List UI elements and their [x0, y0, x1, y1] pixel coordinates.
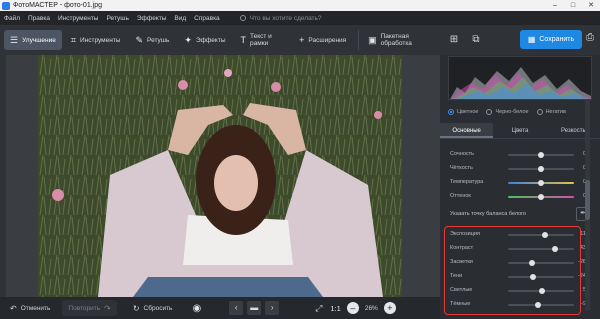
menu-tools[interactable]: Инструменты	[58, 15, 99, 22]
slider-knob[interactable]	[538, 193, 544, 200]
reset-icon: ↻	[132, 303, 140, 313]
plus-icon: +	[299, 35, 305, 45]
tab-basic[interactable]: Основные	[440, 123, 494, 138]
search-field[interactable]: Что вы хотите сделать?	[239, 14, 322, 22]
top-sliders: Сочность0 Чёткость0 Температура0 Оттенок…	[440, 147, 592, 203]
tab-tools[interactable]: ⌗ Инструменты	[65, 30, 127, 50]
undo-icon: ↶	[10, 303, 17, 313]
sparkle-icon: ✦	[184, 34, 192, 45]
zoom-out-button[interactable]: –	[346, 302, 359, 314]
mode-bw-radio[interactable]: Черно-белое	[486, 109, 529, 115]
panel-tabs: Основные Цвета Резкость	[440, 123, 600, 139]
white-balance-label: Указать точку баланса белого	[450, 211, 527, 217]
slider-vibrance[interactable]: Сочность0	[440, 147, 592, 161]
menu-help[interactable]: Справка	[194, 15, 220, 22]
radio-unchecked-icon	[486, 109, 493, 115]
slider-knob[interactable]	[538, 151, 544, 158]
next-button[interactable]: ›	[265, 301, 280, 315]
brush-icon: ✎	[135, 34, 144, 45]
window-title: ФотоМАСТЕР - фото-01.jpg	[13, 2, 103, 9]
radio-unchecked-icon	[536, 109, 543, 115]
undo-button[interactable]: ↶ Отменить	[4, 300, 56, 316]
search-icon	[239, 15, 246, 21]
maximize-button[interactable]: □	[564, 0, 582, 11]
photo-illustration	[38, 55, 402, 297]
text-icon: T	[240, 35, 247, 45]
histogram-graph	[450, 67, 591, 99]
side-ruler	[0, 55, 6, 297]
photo[interactable]	[38, 55, 402, 297]
tab-extensions[interactable]: + Расширения	[293, 30, 352, 50]
folder-icon[interactable]: ▬	[247, 301, 262, 315]
fit-screen-icon[interactable]: ⤢	[315, 303, 322, 314]
radio-checked-icon	[448, 109, 454, 115]
app-logo-icon	[2, 1, 10, 10]
zoom-percent: 26%	[364, 304, 378, 312]
zoom-ratio[interactable]: 1:1	[330, 304, 340, 313]
menu-retouch[interactable]: Ретушь	[106, 15, 128, 22]
tab-enhance[interactable]: ☰ Улучшение	[4, 30, 62, 50]
sliders-icon: ☰	[10, 34, 19, 45]
menu-file[interactable]: Файл	[4, 15, 20, 22]
search-placeholder: Что вы хотите сделать?	[249, 14, 322, 22]
add-image-icon[interactable]: ⊞	[446, 32, 462, 48]
close-button[interactable]: ✕	[582, 0, 600, 11]
minimize-button[interactable]: –	[546, 0, 564, 11]
mode-negative-radio[interactable]: Негатив	[536, 109, 566, 115]
bottom-bar: ↶ Отменить Повторить ↷ ↻ Сбросить ◉ ‹ ▬ › ⤢…	[0, 297, 440, 319]
image-canvas[interactable]	[0, 55, 440, 297]
crop-icon: ⌗	[70, 34, 76, 45]
zoom-in-button[interactable]: +	[383, 302, 396, 314]
histogram	[448, 56, 592, 100]
scrollbar-thumb[interactable]	[585, 180, 590, 220]
batch-icon: ▣	[368, 34, 377, 45]
menu-view[interactable]: Вид	[174, 15, 186, 22]
prev-button[interactable]: ‹	[229, 301, 244, 315]
compare-icon[interactable]: ⧉	[468, 32, 484, 48]
menu-bar: Файл Правка Инструменты Ретушь Эффекты В…	[0, 11, 600, 25]
slider-temperature[interactable]: Температура0	[440, 175, 592, 189]
reset-button[interactable]: ↻ Сбросить	[127, 300, 179, 316]
color-mode-group: Цветное Черно-белое Негатив	[448, 107, 592, 117]
tab-sharpness[interactable]: Резкость	[547, 123, 600, 138]
print-icon[interactable]: ⎙	[583, 32, 597, 46]
highlight-frame	[444, 226, 581, 315]
redo-button[interactable]: Повторить ↷	[62, 300, 117, 316]
slider-clarity[interactable]: Чёткость0	[440, 161, 592, 175]
toolbar-divider	[358, 30, 360, 50]
white-balance-row: Указать точку баланса белого ✒	[450, 207, 590, 221]
menu-effects[interactable]: Эффекты	[137, 15, 167, 22]
slider-tint[interactable]: Оттенок0	[440, 189, 592, 203]
main-toolbar: ☰ Улучшение ⌗ Инструменты ✎ Ретушь ✦ Эффекты…	[0, 25, 440, 55]
panel-scrollbar[interactable]	[585, 100, 590, 310]
save-button[interactable]: ▦ Сохранить	[520, 30, 582, 49]
title-bar: ФотоМАСТЕР - фото-01.jpg – □ ✕	[0, 0, 600, 11]
tab-batch[interactable]: ▣ Пакетная обработка	[362, 30, 437, 50]
tab-retouch[interactable]: ✎ Ретушь	[129, 30, 175, 50]
slider-knob[interactable]	[538, 165, 544, 172]
tab-effects[interactable]: ✦ Эффекты	[178, 30, 231, 50]
right-header: ⊞ ⧉ ▦ Сохранить ⎙	[440, 25, 600, 55]
save-icon: ▦	[527, 35, 536, 44]
app-window: ФотоМАСТЕР - фото-01.jpg – □ ✕ Файл Прав…	[0, 0, 600, 319]
tab-text-frames[interactable]: T Текст и рамки	[235, 30, 291, 50]
eye-icon[interactable]: ◉	[192, 303, 201, 314]
redo-icon: ↷	[104, 303, 111, 313]
mode-color-radio[interactable]: Цветное	[448, 109, 478, 115]
slider-knob[interactable]	[538, 179, 544, 186]
tab-colors[interactable]: Цвета	[493, 123, 546, 138]
zoom-controls: ⤢ 1:1 – 26% +	[315, 302, 402, 314]
menu-edit[interactable]: Правка	[28, 15, 50, 22]
